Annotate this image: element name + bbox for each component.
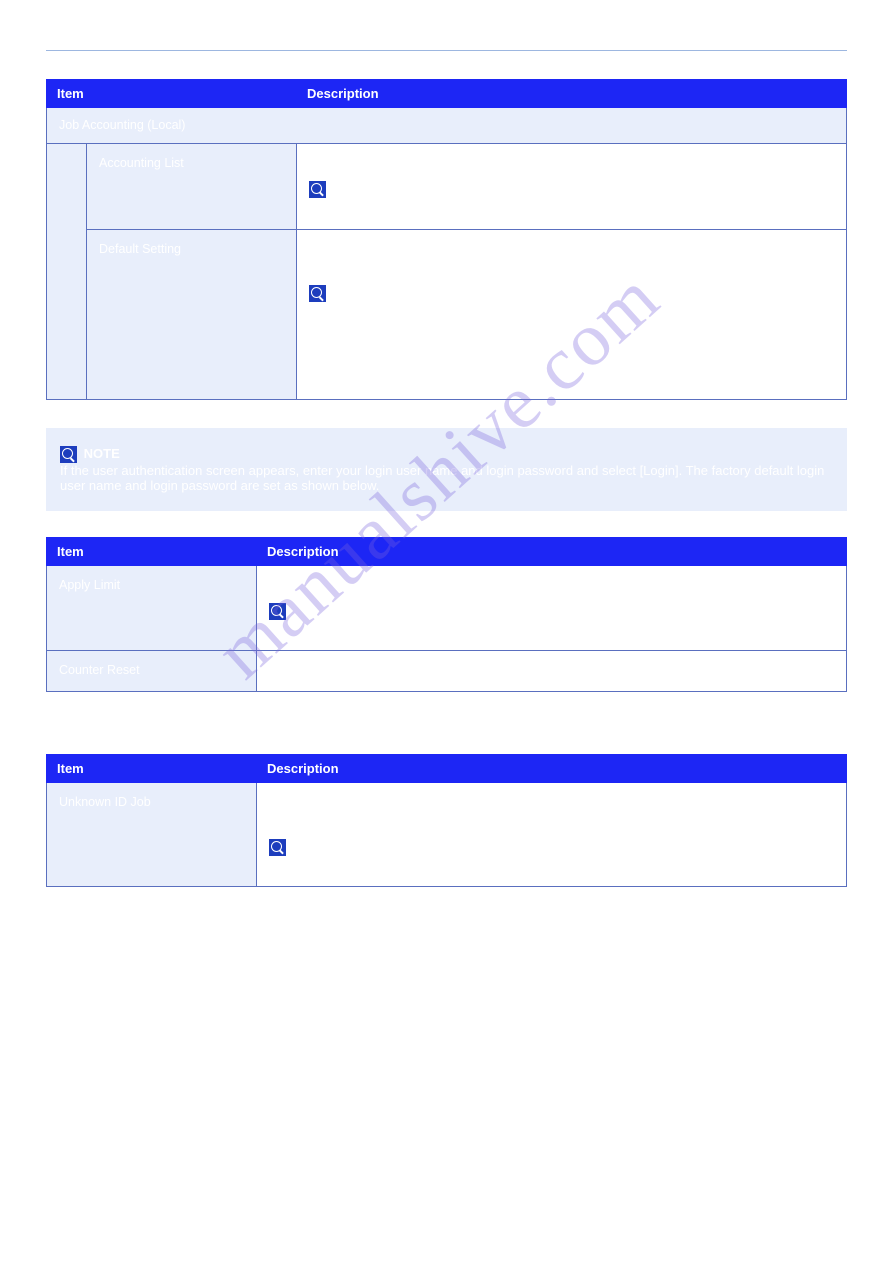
row-body-text: Start the counter reset for all accounts…	[269, 661, 834, 680]
note-label: NOTE	[332, 182, 367, 196]
divider	[46, 50, 847, 51]
table-row: Unknown ID Job This specifies the behavi…	[47, 782, 847, 887]
table-row: Accounting List Register, edit, and dele…	[47, 144, 847, 229]
table-header-item: Item	[47, 754, 257, 782]
apply-limit-table: Item Description Apply Limit This specif…	[46, 537, 847, 692]
row-label: Unknown ID Job	[47, 782, 257, 887]
reference-link[interactable]: Default Setting (page 9-31)	[309, 306, 459, 320]
row-label: Apply Limit	[47, 566, 257, 651]
reference-link[interactable]: Unknown ID Job (page 9-35)	[269, 859, 429, 873]
note-icon	[309, 181, 326, 198]
breadcrumb: Default Settings (System Menu) > User Lo…	[46, 30, 847, 44]
row-body: Start the counter reset for all accounts…	[257, 651, 847, 691]
table-header-desc: Description	[257, 538, 847, 566]
table-row: Apply Limit This specifies the restricti…	[47, 566, 847, 651]
row-label: Default Setting	[87, 229, 297, 400]
bullet-item: • Copy/Printer Count	[309, 370, 834, 389]
row-label: Accounting List	[87, 144, 297, 229]
table-header-item: Item	[47, 538, 257, 566]
row-body: Register, edit, and delete accounts. NOT…	[297, 144, 847, 229]
table-row: Default Setting This sets the default of…	[47, 229, 847, 400]
reference-link[interactable]: Apply Limit (page 9-29)	[269, 623, 398, 637]
reference-link[interactable]: Job Accounting (Local) (page 9-24)	[309, 201, 504, 215]
unknown-user-table: Item Description Unknown ID Job This spe…	[46, 754, 847, 888]
note-callout: NOTE If the user authentication screen a…	[46, 428, 847, 511]
note-body: If the user authentication screen appear…	[60, 463, 833, 493]
note-label: NOTE	[292, 839, 327, 853]
page-number: 8-42	[46, 915, 847, 929]
row-body: This specifies the restriction method ap…	[257, 566, 847, 651]
table-header-desc: Description	[257, 754, 847, 782]
bullet-item: • Count by Paper Size	[309, 350, 834, 369]
row-body-text: Register, edit, and delete accounts.	[309, 154, 834, 173]
note-label: NOTE	[84, 446, 120, 461]
bullet-item: • Default Counter Limit	[309, 331, 834, 350]
note-icon	[60, 446, 77, 463]
row-label: Counter Reset	[47, 651, 257, 691]
section-heading: Unknown User Settings	[46, 722, 847, 742]
table-header-item: Item	[47, 80, 297, 108]
note-icon	[309, 285, 326, 302]
note-icon	[269, 603, 286, 620]
row-body: This sets the default of the restriction…	[297, 229, 847, 400]
row-body-text: This specifies the behavior for handling…	[269, 793, 834, 832]
table-row: Counter Reset Start the counter reset fo…	[47, 651, 847, 691]
table-spanner: Job Accounting (Local)	[47, 108, 847, 144]
note-label: NOTE	[332, 286, 367, 300]
table-header-desc: Description	[297, 80, 847, 108]
note-label: NOTE	[292, 604, 327, 618]
row-body-text: This sets the default of the restriction…	[309, 240, 834, 279]
row-body: This specifies the behavior for handling…	[257, 782, 847, 887]
row-body-text: This specifies the restriction method ap…	[269, 576, 834, 595]
note-icon	[269, 839, 286, 856]
table-indent-spacer	[47, 144, 87, 400]
job-accounting-local-table: Item Description Job Accounting (Local) …	[46, 79, 847, 400]
